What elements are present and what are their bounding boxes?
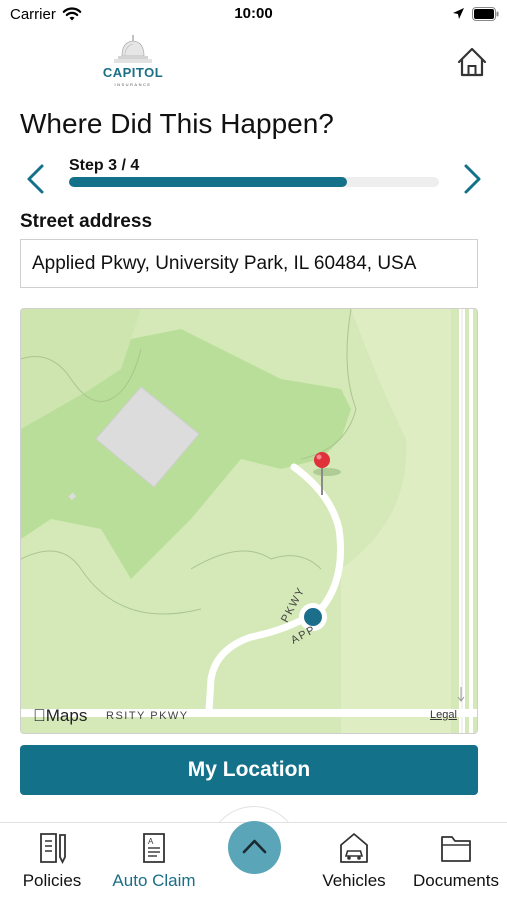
map-view[interactable]: Maps RSITY PKWY PKWY APP Legal [20, 308, 478, 734]
expand-menu-button[interactable] [228, 821, 281, 874]
tab-policies-label: Policies [22, 871, 82, 890]
apple-icon:  [33, 706, 46, 725]
tab-documents-label: Documents [413, 871, 499, 890]
tab-policies[interactable]: Policies [10, 823, 94, 900]
capitol-logo: CAPITOL INSURANCE [100, 34, 166, 94]
chevron-right-icon [464, 164, 481, 194]
policy-document-icon [40, 833, 66, 865]
progress-fill [69, 177, 347, 187]
map-canvas [21, 309, 477, 733]
map-legal-link[interactable]: Legal [430, 709, 457, 721]
logo-subtitle: INSURANCE [114, 82, 152, 87]
svg-text:A: A [148, 837, 154, 846]
folder-icon [441, 836, 471, 862]
step-indicator: Step 3 / 4 [69, 157, 140, 174]
tab-auto-claim-label: Auto Claim [112, 871, 196, 890]
chevron-up-icon [242, 839, 267, 854]
next-step-button[interactable] [458, 160, 488, 200]
street-address-input[interactable] [20, 239, 478, 288]
apple-maps-logo: Maps [33, 706, 87, 726]
tab-vehicles[interactable]: Vehicles [312, 823, 396, 900]
location-arrow-icon [453, 8, 464, 19]
my-location-button[interactable]: My Location [20, 745, 478, 795]
logo-name: CAPITOL [102, 65, 164, 80]
home-icon [457, 47, 487, 77]
previous-step-button[interactable] [20, 160, 50, 200]
home-button[interactable] [452, 44, 492, 82]
capitol-dome-icon [114, 35, 152, 63]
auto-claim-icon: A [143, 833, 165, 863]
page-title: Where Did This Happen? [20, 108, 334, 139]
tab-documents[interactable]: Documents [408, 823, 504, 900]
maps-attribution: Maps [33, 706, 88, 725]
vehicle-garage-icon [340, 833, 368, 863]
tab-vehicles-label: Vehicles [322, 871, 386, 890]
tab-auto-claim[interactable]: A Auto Claim [106, 823, 202, 900]
battery-icon [472, 7, 499, 21]
progress-bar [69, 177, 439, 187]
chevron-left-icon [27, 164, 44, 194]
status-bar: Carrier 10:00 [0, 0, 507, 28]
clock: 10:00 [234, 5, 273, 22]
street-address-label: Street address [20, 211, 153, 232]
street-label-bottom: RSITY PKWY [106, 710, 189, 722]
